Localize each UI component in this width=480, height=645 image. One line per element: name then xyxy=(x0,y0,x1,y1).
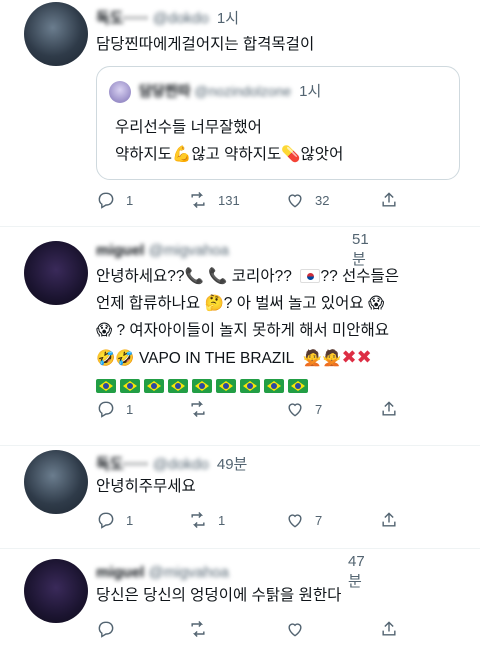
share-button[interactable] xyxy=(379,190,399,210)
quote-header: 담당찐따 @nozindolzone 1시 xyxy=(139,80,321,101)
brazil-flag-icon xyxy=(192,379,212,393)
quote-tweet[interactable]: 담당찐따 @nozindolzone 1시 우리선수들 너무잘했어 약하지도💪않… xyxy=(96,66,460,180)
text-line-5 xyxy=(96,374,460,400)
share-icon xyxy=(382,621,396,636)
heart-icon xyxy=(288,514,302,528)
heart-icon xyxy=(288,623,302,637)
share-icon xyxy=(382,192,396,207)
heart-icon xyxy=(288,403,302,417)
rofl-face-icon: 🤣 xyxy=(115,349,135,367)
retweet-icon xyxy=(191,511,205,529)
reply-icon xyxy=(98,512,114,529)
brazil-flag-icon xyxy=(144,379,164,393)
brazil-flag-icon xyxy=(240,379,260,393)
tweet-header: 독도····· @dokdo 49분 xyxy=(96,452,247,474)
quote-avatar xyxy=(109,81,131,103)
like-button[interactable]: 32 xyxy=(285,190,379,210)
brazil-flag-icon xyxy=(264,379,284,393)
quote-line-1: 우리선수들 너무잘했어 xyxy=(115,119,262,136)
person-gesturing-no-icon: 🙅 xyxy=(322,349,342,367)
tweet-text: 안녕하세요??📞 📞 코리아?? ?? 선수들은 언제 합류하나요 🤔? 아 벌… xyxy=(96,263,460,400)
reply-button[interactable]: 1 xyxy=(96,399,188,419)
retweet-icon xyxy=(191,620,205,638)
quote-line-2: 약하지도💪않고 약하지도💊않앗어 xyxy=(115,141,343,168)
avatar[interactable] xyxy=(24,559,88,623)
reply-button[interactable]: 1 xyxy=(96,190,188,210)
timestamp[interactable]: 1시 xyxy=(217,7,239,28)
quote-timestamp: 1시 xyxy=(299,83,322,100)
tweet-actions: 1 7 xyxy=(96,399,399,419)
telephone-icon: 📞 xyxy=(208,267,228,285)
retweet-icon xyxy=(191,400,205,418)
korea-flag-icon xyxy=(300,269,321,283)
cross-mark-icon: ✖ xyxy=(356,347,372,367)
retweet-button[interactable]: 131 xyxy=(188,190,285,210)
user-name[interactable]: miguel @migvahoa xyxy=(96,242,229,259)
person-gesturing-no-icon: 🙅 xyxy=(302,349,323,367)
retweet-button[interactable] xyxy=(188,399,285,419)
text-line-2: 언제 합류하나요 🤔? 아 벌써 놀고 있어요 😱 xyxy=(96,290,460,317)
tweet-1[interactable]: 독도····· @dokdo 1시 담당찐따에게걸어지는 합격목걸이 담당찐따 … xyxy=(0,0,480,226)
text-line-1: 안녕하세요??📞 📞 코리아?? ?? 선수들은 xyxy=(96,263,460,290)
tweet-3[interactable]: 독도····· @dokdo 49분 안녕히주무세요 1 1 7 xyxy=(0,446,480,546)
tweet-text: 안녕히주무세요 xyxy=(96,478,196,495)
share-button[interactable] xyxy=(379,619,399,639)
pill-icon: 💊 xyxy=(281,145,301,163)
brazil-flag-icon xyxy=(288,379,308,393)
tweet-actions: 1 1 7 xyxy=(96,510,399,530)
share-icon xyxy=(382,401,396,416)
brazil-flag-icon xyxy=(96,379,116,393)
user-name[interactable]: 독도····· @dokdo xyxy=(96,453,209,474)
reply-button[interactable]: 1 xyxy=(96,510,188,530)
reply-icon xyxy=(98,192,114,209)
rofl-face-icon: 🤣 xyxy=(96,349,116,367)
share-button[interactable] xyxy=(379,399,399,419)
text-line-4: 🤣🤣 VAPO IN THE BRAZIL 🙅🙅✖✖ xyxy=(96,344,460,372)
thinking-face-icon: 🤔 xyxy=(204,294,224,312)
share-button[interactable] xyxy=(379,510,399,530)
tweet-header: 독도····· @dokdo 1시 xyxy=(96,6,239,28)
user-name[interactable]: 독도····· @dokdo xyxy=(96,7,209,28)
user-name[interactable]: miguel @migvahoa xyxy=(96,564,229,581)
telephone-icon: 📞 xyxy=(184,267,204,285)
brazil-flag-icon xyxy=(216,379,236,393)
reply-icon xyxy=(98,621,114,638)
avatar[interactable] xyxy=(24,450,88,514)
reply-button[interactable] xyxy=(96,619,188,639)
brazil-flag-icon xyxy=(120,379,140,393)
like-button[interactable] xyxy=(285,619,379,639)
screaming-face-icon: 😱 xyxy=(368,294,385,312)
like-button[interactable]: 7 xyxy=(285,399,379,419)
quote-user-name: 담당찐따 @nozindolzone xyxy=(139,82,292,99)
tweet-4[interactable]: miguel @migvahoa 47분 당신은 당신의 엉덩이에 수탉을 원한… xyxy=(0,549,480,645)
brazil-flag-icon xyxy=(168,379,188,393)
heart-icon xyxy=(288,194,302,208)
text-line-3: 😱 ? 여자아이들이 놀지 못하게 해서 미안해요 xyxy=(96,317,460,344)
retweet-icon xyxy=(191,191,205,209)
cross-mark-icon: ✖ xyxy=(341,347,357,367)
tweet-actions xyxy=(96,619,399,639)
flexed-bicep-icon: 💪 xyxy=(172,145,192,163)
tweet-header: miguel @migvahoa 47분 xyxy=(96,553,365,590)
tweet-text: 담당찐따에게걸어지는 합격목걸이 xyxy=(96,36,315,53)
avatar[interactable] xyxy=(24,2,88,66)
timestamp[interactable]: 49분 xyxy=(217,453,248,474)
like-button[interactable]: 7 xyxy=(285,510,379,530)
tweet-2[interactable]: miguel @migvahoa 51분 안녕하세요??📞 📞 코리아?? ??… xyxy=(0,227,480,445)
tweet-actions: 1 131 32 xyxy=(96,190,399,210)
screaming-face-icon: 😱 xyxy=(96,321,113,339)
tweet-header: miguel @migvahoa 51분 xyxy=(96,231,379,268)
reply-icon xyxy=(98,401,114,418)
share-icon xyxy=(382,512,396,527)
tweet-text: 당신은 당신의 엉덩이에 수탉을 원한다 xyxy=(96,587,342,604)
avatar[interactable] xyxy=(24,241,88,305)
quote-text: 우리선수들 너무잘했어 약하지도💪않고 약하지도💊않앗어 xyxy=(115,115,343,168)
retweet-button[interactable] xyxy=(188,619,285,639)
retweet-button[interactable]: 1 xyxy=(188,510,285,530)
